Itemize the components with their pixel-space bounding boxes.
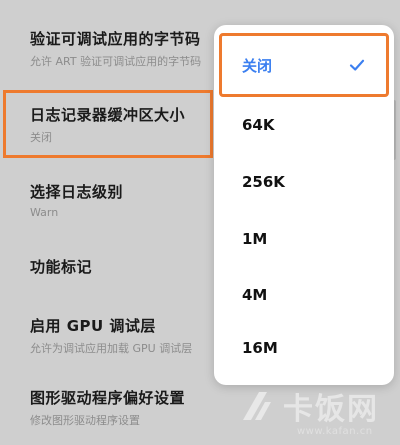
setting-subtitle: 允许为调试应用加载 GPU 调试层	[30, 342, 193, 355]
setting-subtitle: 允许 ART 验证可调试应用的字节码	[30, 55, 202, 68]
setting-title: 功能标记	[30, 258, 93, 276]
option-16m[interactable]: 16M	[214, 318, 394, 378]
logger-buffer-highlight	[3, 90, 213, 158]
setting-title: 选择日志级别	[30, 183, 124, 201]
watermark-text: 卡饭网	[283, 392, 379, 427]
option-label: 16M	[242, 339, 278, 357]
setting-subtitle: 修改图形驱动程序设置	[30, 414, 140, 427]
selected-option-highlight	[219, 33, 389, 97]
option-label: 4M	[242, 286, 268, 304]
setting-title: 启用 GPU 调试层	[30, 317, 156, 335]
setting-title: 验证可调试应用的字节码	[30, 30, 201, 48]
watermark: 卡饭网 www.kafan.cn	[225, 382, 400, 445]
setting-title: 图形驱动程序偏好设置	[30, 389, 186, 407]
setting-gpu-debug-layers[interactable]: 启用 GPU 调试层 允许为调试应用加载 GPU 调试层	[30, 315, 192, 356]
setting-log-level[interactable]: 选择日志级别 Warn	[30, 181, 123, 219]
option-label: 64K	[242, 116, 275, 134]
option-256k[interactable]: 256K	[214, 152, 394, 212]
setting-subtitle: Warn	[30, 206, 59, 219]
kafan-logo-icon	[243, 392, 271, 420]
option-label: 1M	[242, 230, 268, 248]
option-1m[interactable]: 1M	[214, 209, 394, 269]
option-64k[interactable]: 64K	[214, 95, 394, 155]
buffer-size-dropdown: 关闭 64K 256K 1M 4M 16M	[214, 25, 394, 385]
setting-graphics-driver-preferences[interactable]: 图形驱动程序偏好设置 修改图形驱动程序设置	[30, 387, 185, 428]
option-4m[interactable]: 4M	[214, 265, 394, 325]
option-label: 256K	[242, 173, 285, 191]
setting-verify-bytecode[interactable]: 验证可调试应用的字节码 允许 ART 验证可调试应用的字节码	[30, 28, 201, 69]
watermark-url: www.kafan.cn	[297, 426, 373, 437]
setting-feature-flags[interactable]: 功能标记	[30, 256, 92, 277]
